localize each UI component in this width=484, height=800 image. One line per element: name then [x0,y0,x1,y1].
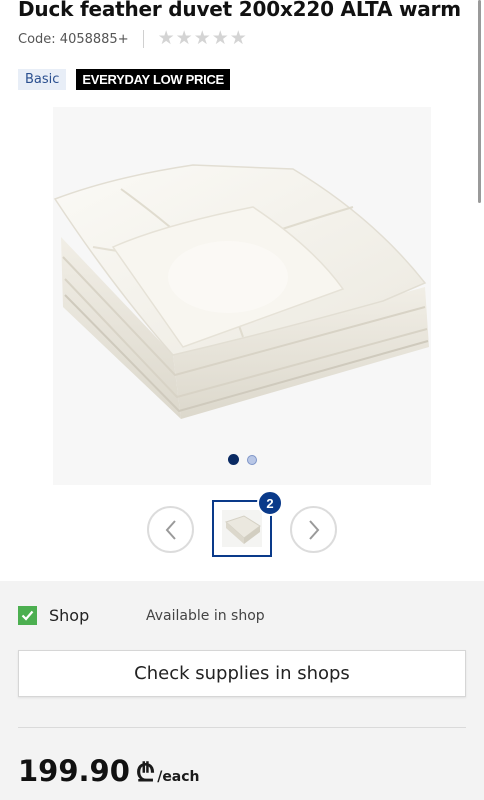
price-row: 199.90 ₾ /each [18,754,200,789]
shop-label: Shop [49,606,90,625]
scrollbar[interactable] [478,0,481,203]
basic-badge: Basic [18,69,67,90]
divider [142,30,144,48]
carousel-dot-active[interactable] [227,454,239,465]
star-icon: ★ [229,28,247,49]
product-image-gallery[interactable] [53,107,431,485]
currency-symbol: ₾ [135,758,156,787]
checkmark-icon [21,610,34,621]
product-title: Duck feather duvet 200x220 ALTA warm [18,0,461,21]
check-supplies-button[interactable]: Check supplies in shops [18,650,466,697]
thumbnail-count-badge: 2 [257,490,283,516]
availability-panel: Shop Available in shop Check supplies in… [0,581,484,800]
gallery-prev-button[interactable] [147,506,194,553]
star-icon: ★ [211,28,229,49]
code-rating-row: Code: 4058885+ ★ ★ ★ ★ ★ [18,29,247,49]
carousel-dot[interactable] [246,455,257,465]
star-icon: ★ [175,28,193,49]
divider [18,727,466,728]
everyday-low-price-badge: EVERYDAY LOW PRICE [76,69,230,90]
star-icon: ★ [193,28,211,49]
product-code: Code: 4058885+ [18,31,129,47]
rating-stars[interactable]: ★ ★ ★ ★ ★ [158,29,247,49]
duvet-photo [53,164,429,419]
gallery-next-button[interactable] [290,506,337,553]
shop-option[interactable]: Shop [18,606,89,625]
star-icon: ★ [157,28,175,49]
chevron-left-icon [165,519,176,540]
shop-checkbox[interactable] [18,606,37,625]
carousel-dots [53,454,431,465]
chevron-right-icon [308,519,319,540]
price-unit: /each [157,769,200,785]
availability-status: Available in shop [146,608,265,624]
price-amount: 199.90 [18,754,130,788]
badge-row: Basic EVERYDAY LOW PRICE [18,69,230,90]
